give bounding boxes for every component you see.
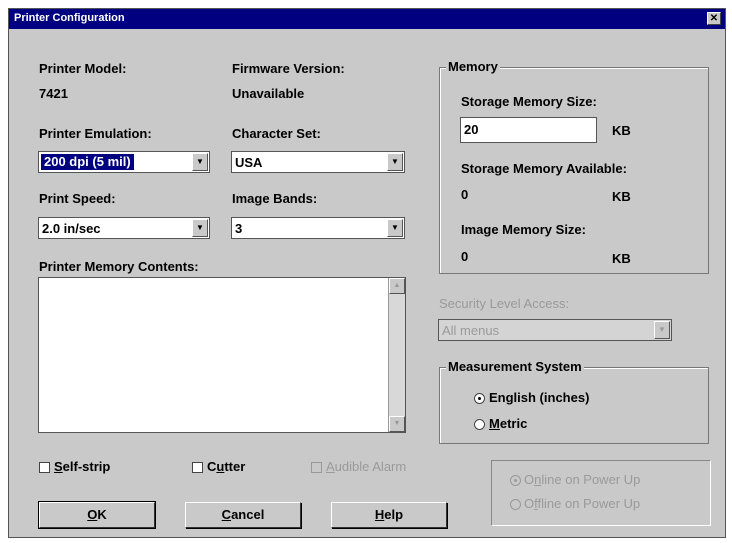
audible-alarm-checkbox bbox=[311, 462, 322, 473]
scrollbar[interactable]: ▲ ▼ bbox=[388, 278, 405, 432]
image-memory-size-label: Image Memory Size: bbox=[461, 222, 586, 237]
character-set-label: Character Set: bbox=[232, 126, 321, 141]
security-level-value: All menus bbox=[442, 323, 500, 338]
online-on-power-up-label: Online on Power Up bbox=[524, 472, 641, 487]
print-speed-dropdown[interactable]: 2.0 in/sec ▼ bbox=[38, 217, 210, 239]
printer-configuration-dialog: Printer Configuration ✕ Printer Model: 7… bbox=[8, 8, 726, 538]
window-title: Printer Configuration bbox=[14, 12, 125, 24]
firmware-version-value: Unavailable bbox=[232, 86, 305, 101]
cutter-checkbox[interactable] bbox=[192, 462, 203, 473]
ok-button[interactable]: OK bbox=[38, 501, 156, 529]
chevron-down-icon: ▼ bbox=[654, 321, 670, 339]
security-level-label: Security Level Access: bbox=[439, 296, 570, 311]
online-on-power-up-radio bbox=[510, 475, 521, 486]
print-speed-label: Print Speed: bbox=[39, 191, 116, 206]
image-memory-size-unit: KB bbox=[612, 251, 631, 266]
chevron-down-icon[interactable]: ▼ bbox=[387, 153, 403, 171]
image-bands-dropdown[interactable]: 3 ▼ bbox=[231, 217, 405, 239]
character-set-dropdown[interactable]: USA ▼ bbox=[231, 151, 405, 173]
scroll-up-icon[interactable]: ▲ bbox=[389, 278, 405, 294]
storage-memory-available-unit: KB bbox=[612, 189, 631, 204]
self-strip-checkbox[interactable] bbox=[39, 462, 50, 473]
title-bar: Printer Configuration ✕ bbox=[9, 9, 725, 29]
metric-label[interactable]: Metric bbox=[489, 416, 527, 431]
firmware-version-label: Firmware Version: bbox=[232, 61, 345, 76]
print-speed-value: 2.0 in/sec bbox=[42, 221, 101, 236]
power-up-group bbox=[491, 460, 711, 526]
metric-radio[interactable] bbox=[474, 419, 485, 430]
printer-memory-contents-label: Printer Memory Contents: bbox=[39, 259, 199, 274]
cancel-button[interactable]: Cancel bbox=[185, 502, 301, 528]
cutter-label[interactable]: Cutter bbox=[207, 459, 245, 474]
measurement-system-group bbox=[439, 367, 709, 444]
english-label[interactable]: English (inches) bbox=[489, 390, 589, 405]
offline-on-power-up-radio bbox=[510, 499, 521, 510]
measurement-system-legend: Measurement System bbox=[446, 359, 584, 374]
memory-group-legend: Memory bbox=[446, 59, 500, 74]
self-strip-label[interactable]: Self-strip bbox=[54, 459, 110, 474]
chevron-down-icon[interactable]: ▼ bbox=[192, 219, 208, 237]
english-radio[interactable] bbox=[474, 393, 485, 404]
image-bands-value: 3 bbox=[235, 221, 243, 236]
image-memory-size-value: 0 bbox=[461, 249, 469, 264]
offline-on-power-up-label: Offline on Power Up bbox=[524, 496, 641, 511]
storage-memory-size-value: 20 bbox=[464, 122, 479, 137]
chevron-down-icon[interactable]: ▼ bbox=[192, 153, 208, 171]
image-bands-label: Image Bands: bbox=[232, 191, 318, 206]
character-set-value: USA bbox=[235, 155, 263, 170]
printer-emulation-value: 200 dpi (5 mil) bbox=[41, 154, 134, 170]
storage-memory-available-value: 0 bbox=[461, 187, 469, 202]
storage-memory-size-input[interactable]: 20 bbox=[460, 117, 597, 143]
storage-memory-size-label: Storage Memory Size: bbox=[461, 94, 597, 109]
close-icon[interactable]: ✕ bbox=[707, 12, 721, 25]
printer-emulation-dropdown[interactable]: 200 dpi (5 mil) ▼ bbox=[38, 151, 210, 173]
storage-memory-size-unit: KB bbox=[612, 123, 631, 138]
security-level-dropdown: All menus ▼ bbox=[438, 319, 672, 341]
scroll-down-icon[interactable]: ▼ bbox=[389, 416, 405, 432]
printer-model-label: Printer Model: bbox=[39, 61, 127, 76]
help-button[interactable]: Help bbox=[331, 502, 447, 528]
chevron-down-icon[interactable]: ▼ bbox=[387, 219, 403, 237]
audible-alarm-label: Audible Alarm bbox=[326, 459, 407, 474]
printer-emulation-label: Printer Emulation: bbox=[39, 126, 152, 141]
storage-memory-available-label: Storage Memory Available: bbox=[461, 161, 627, 176]
printer-model-value: 7421 bbox=[39, 86, 68, 101]
printer-memory-contents-list[interactable]: ▲ ▼ bbox=[38, 277, 406, 433]
